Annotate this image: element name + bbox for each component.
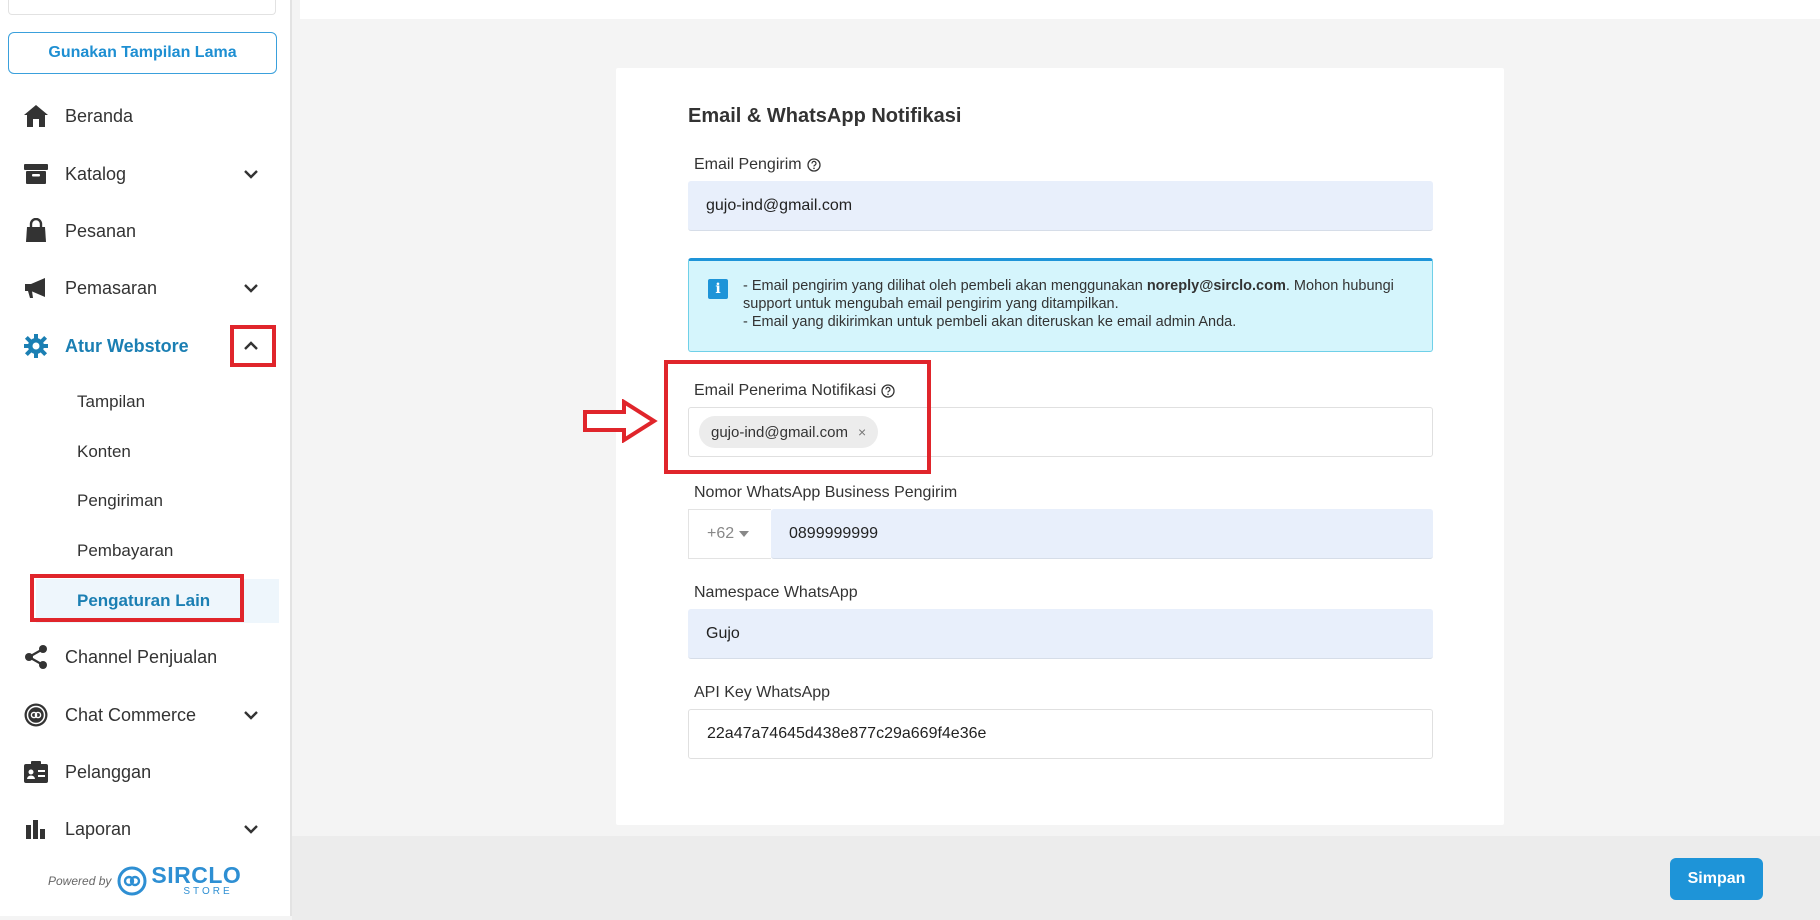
sidebar-item-pemasaran[interactable]: Pemasaran — [0, 263, 290, 313]
annotation-arrow-icon — [582, 398, 658, 448]
info-alert: i - Email pengirim yang dilihat oleh pem… — [688, 258, 1433, 352]
chevron-down-icon[interactable] — [238, 816, 264, 842]
highlight-recipient-box — [664, 360, 931, 474]
report-chart-icon — [22, 815, 50, 843]
chevron-down-icon[interactable] — [238, 702, 264, 728]
help-circle-icon[interactable] — [806, 158, 821, 172]
info-line1-pre: - Email pengirim yang dilihat oleh pembe… — [743, 278, 1147, 294]
sidebar-item-beranda[interactable]: Beranda — [0, 91, 290, 141]
api-key-label: API Key WhatsApp — [694, 684, 831, 701]
subnav-item-pengiriman[interactable]: Pengiriman — [0, 479, 290, 523]
sender-email-label-text: Email Pengirim — [694, 156, 802, 173]
sender-email-input[interactable]: gujo-ind@gmail.com — [688, 181, 1433, 231]
sirclo-logo-icon — [117, 866, 147, 895]
brand-sub: STORE — [183, 886, 233, 897]
info-icon: i — [708, 279, 728, 299]
caret-down-icon — [739, 531, 750, 537]
sirclo-store-logo: SIRCLO STORE — [117, 864, 241, 897]
highlight-pengaturan-lain-box — [30, 574, 244, 622]
sidebar-item-label: Beranda — [65, 105, 134, 126]
save-button[interactable]: Simpan — [1670, 858, 1763, 900]
brand-name: SIRCLO — [151, 862, 242, 888]
subnav-item-label: Pengiriman — [77, 491, 163, 510]
notification-settings-card: Email & WhatsApp Notifikasi Email Pengir… — [616, 68, 1504, 825]
customer-card-icon — [22, 758, 50, 786]
whatsapp-number-label: Nomor WhatsApp Business Pengirim — [694, 484, 958, 501]
sidebar-item-label: Pesanan — [65, 220, 137, 241]
use-legacy-view-button[interactable]: Gunakan Tampilan Lama — [8, 32, 277, 74]
powered-by-text: Powered by — [48, 873, 112, 888]
sidebar-item-label: Chat Commerce — [65, 704, 197, 725]
archive-icon — [22, 160, 50, 188]
subnav-item-label: Pembayaran — [77, 541, 174, 560]
share-icon — [22, 643, 50, 671]
home-icon — [22, 102, 50, 130]
whatsapp-number-input[interactable]: 0899999999 — [771, 509, 1433, 559]
sidebar-item-chat-commerce[interactable]: Chat Commerce — [0, 690, 290, 740]
api-key-input[interactable]: 22a47a74645d438e877c29a669f4e36e — [688, 709, 1433, 759]
namespace-label: Namespace WhatsApp — [694, 584, 858, 601]
shopping-bag-icon — [22, 217, 50, 245]
sidebar-item-label: Channel Penjualan — [65, 646, 218, 667]
sidebar-item-channel-penjualan[interactable]: Channel Penjualan — [0, 632, 290, 682]
sidebar-search-stub[interactable] — [8, 0, 276, 15]
megaphone-icon — [22, 274, 50, 302]
top-bar — [300, 0, 1820, 19]
sidebar-item-pelanggan[interactable]: Pelanggan — [0, 747, 290, 797]
powered-by-footer: Powered by SIRCLO STORE — [48, 864, 241, 897]
info-line2: - Email yang dikirimkan untuk pembeli ak… — [743, 314, 1237, 330]
bottom-action-bar — [292, 836, 1820, 920]
info-alert-text: - Email pengirim yang dilihat oleh pembe… — [743, 277, 1413, 331]
subnav-item-label: Konten — [77, 442, 131, 461]
sidebar-item-label: Katalog — [65, 163, 127, 184]
namespace-input[interactable]: Gujo — [688, 609, 1433, 659]
highlight-chevron-box — [230, 325, 276, 367]
sidebar-item-label: Laporan — [65, 818, 132, 839]
country-code-select[interactable]: +62 — [688, 509, 771, 559]
subnav-item-label: Tampilan — [77, 392, 146, 411]
sidebar-item-label: Atur Webstore — [65, 335, 189, 356]
sender-email-label: Email Pengirim — [694, 156, 821, 174]
sidebar-item-label: Pelanggan — [65, 761, 152, 782]
sidebar-item-laporan[interactable]: Laporan — [0, 804, 290, 854]
sidebar-item-pesanan[interactable]: Pesanan — [0, 206, 290, 256]
subnav-item-tampilan[interactable]: Tampilan — [0, 380, 290, 424]
sidebar: Gunakan Tampilan Lama Beranda Katalog Pe… — [0, 0, 292, 916]
card-title: Email & WhatsApp Notifikasi — [688, 105, 962, 127]
chevron-down-icon[interactable] — [238, 161, 264, 187]
subnav-item-konten[interactable]: Konten — [0, 430, 290, 474]
chat-commerce-icon — [22, 701, 50, 729]
sidebar-item-label: Pemasaran — [65, 277, 158, 298]
gear-icon — [22, 332, 50, 360]
sidebar-item-katalog[interactable]: Katalog — [0, 149, 290, 199]
country-code-value: +62 — [707, 525, 735, 542]
info-line1-email: noreply@sirclo.com — [1146, 278, 1286, 294]
subnav-item-pembayaran[interactable]: Pembayaran — [0, 529, 290, 573]
chevron-down-icon[interactable] — [238, 275, 264, 301]
